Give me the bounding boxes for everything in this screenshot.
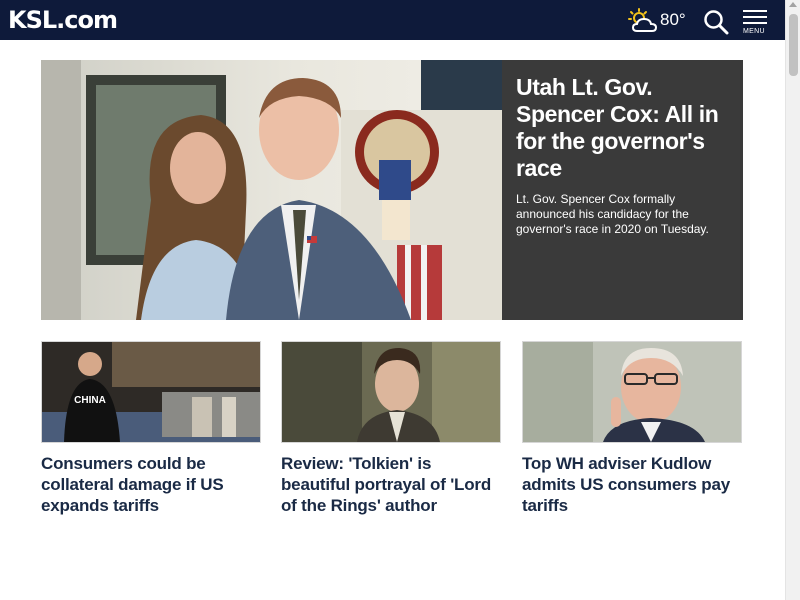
hamburger-icon [743, 22, 767, 24]
weather-widget[interactable]: 80° [627, 8, 686, 34]
hero-photo-illustration [41, 60, 502, 320]
story-card-photo-illustration [523, 342, 741, 442]
story-card-headline[interactable]: Consumers could be collateral damage if … [41, 453, 261, 516]
site-logo[interactable]: KSL.com [8, 5, 118, 35]
hero-story[interactable]: Utah Lt. Gov. Spencer Cox: All in for th… [41, 60, 743, 320]
hero-summary: Lt. Gov. Spencer Cox formally announced … [516, 192, 709, 236]
hero-headline[interactable]: Utah Lt. Gov. Spencer Cox: All in for th… [516, 74, 729, 182]
partly-cloudy-sun-icon [628, 8, 658, 32]
shirt-text: CHINA [74, 395, 106, 406]
hamburger-icon [743, 10, 767, 12]
search-icon [704, 10, 729, 35]
hero-text-panel: Utah Lt. Gov. Spencer Cox: All in for th… [502, 60, 743, 320]
story-card-image[interactable] [281, 341, 501, 443]
story-card[interactable]: Top WH adviser Kudlow admits US consumer… [522, 341, 742, 516]
menu-button[interactable]: MENU [743, 10, 769, 36]
story-card[interactable]: CHINA Consumers could be collateral dama… [41, 341, 261, 516]
temperature-readout: 80° [660, 10, 686, 29]
hamburger-icon [743, 16, 767, 18]
hero-photo[interactable] [41, 60, 502, 320]
search-button[interactable] [703, 9, 729, 35]
story-card-photo-illustration [282, 342, 500, 442]
story-card-headline[interactable]: Review: 'Tolkien' is beautiful portrayal… [281, 453, 501, 516]
story-card-headline[interactable]: Top WH adviser Kudlow admits US consumer… [522, 453, 742, 516]
story-card-image[interactable]: CHINA [41, 341, 261, 443]
story-card[interactable]: Review: 'Tolkien' is beautiful portrayal… [281, 341, 501, 516]
story-card-image[interactable] [522, 341, 742, 443]
menu-label: MENU [743, 28, 765, 35]
scroll-up-arrow-icon[interactable] [789, 2, 797, 7]
scrollbar-thumb[interactable] [789, 14, 798, 76]
story-card-photo-illustration: CHINA [42, 342, 260, 442]
site-header: KSL.com 80° MENU [0, 0, 785, 40]
vertical-scrollbar[interactable] [785, 0, 800, 600]
